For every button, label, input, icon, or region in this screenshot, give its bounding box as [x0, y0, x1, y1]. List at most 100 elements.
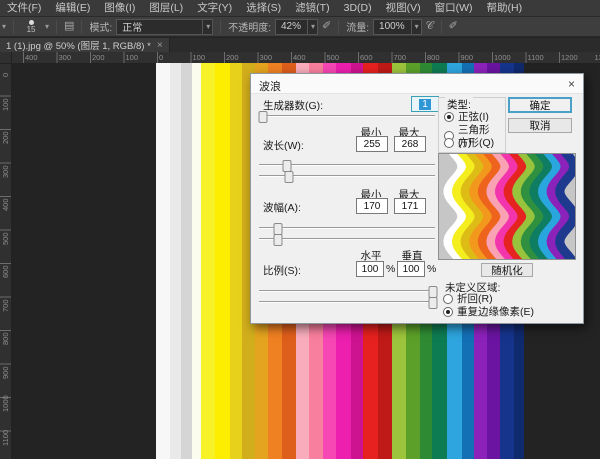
ruler-h-label: 500	[327, 53, 340, 62]
scale-v-input[interactable]: 100	[397, 261, 425, 277]
ruler-h-label: 200	[92, 53, 105, 62]
radio-label: 重复边缘像素(E)	[457, 304, 534, 319]
ruler-v-label: 100	[1, 98, 10, 111]
amplitude-max-input[interactable]: 171	[394, 198, 426, 214]
ruler-v-label: 1100	[1, 429, 10, 445]
ruler-h-label: 900	[461, 53, 474, 62]
opacity-label: 不透明度:	[228, 19, 271, 34]
amplitude-max-slider[interactable]	[259, 233, 435, 245]
ruler-corner	[0, 52, 12, 64]
separator	[81, 20, 82, 34]
ruler-h-label: 300	[59, 53, 72, 62]
tab-close-icon[interactable]: ×	[157, 40, 163, 51]
menu-3d[interactable]: 3D(D)	[337, 0, 379, 16]
brush-preset-picker[interactable]: 15	[21, 20, 41, 34]
ruler-h-label: 1300	[595, 53, 600, 62]
cancel-button[interactable]: 取消	[508, 118, 572, 133]
slider-track[interactable]	[259, 115, 435, 117]
scale-h-input[interactable]: 100	[356, 261, 384, 277]
brush-size-value: 15	[27, 26, 36, 34]
slider-track[interactable]	[259, 301, 435, 303]
generators-slider[interactable]	[259, 110, 435, 122]
canvas-stripe	[192, 63, 202, 459]
separator	[441, 20, 442, 34]
wavelength-min-input[interactable]: 255	[356, 136, 388, 152]
separator	[13, 20, 14, 34]
radio-repeat-edge-pixels[interactable]: 重复边缘像素(E)	[443, 304, 534, 319]
radio-icon	[443, 307, 453, 317]
vertical-ruler: 010020030040050060070080090010001100	[0, 63, 12, 459]
flow-label: 流量:	[346, 19, 369, 34]
brush-panel-toggle-icon[interactable]: ▤	[64, 21, 74, 32]
menu-layer[interactable]: 图层(L)	[142, 0, 190, 16]
slider-track[interactable]	[259, 227, 435, 229]
mode-value: 正常	[122, 19, 142, 34]
slider-thumb[interactable]	[429, 297, 438, 309]
document-tab-bar: 1 (1).jpg @ 50% (图层 1, RGB/8) * ×	[0, 38, 600, 52]
dialog-titlebar[interactable]: 波浪 ×	[251, 74, 583, 94]
type-group: 类型: 正弦(I) 三角形 (T) 方形(Q)	[438, 97, 506, 153]
wavelength-max-input[interactable]: 268	[394, 136, 426, 152]
airbrush-icon[interactable]: 𝒞	[426, 21, 434, 32]
slider-thumb[interactable]	[274, 234, 283, 246]
ruler-h-label: 1100	[528, 53, 544, 62]
wavelength-max-slider[interactable]	[259, 170, 435, 182]
menu-window[interactable]: 窗口(W)	[428, 0, 480, 16]
flow-select[interactable]: 100% ▾	[373, 19, 422, 35]
ruler-h-label: 100	[126, 53, 139, 62]
brush-picker-caret-icon[interactable]: ▾	[45, 23, 49, 31]
radio-label: 方形(Q)	[458, 135, 494, 150]
mode-select[interactable]: 正常 ▾	[116, 19, 213, 35]
menu-edit[interactable]: 编辑(E)	[48, 0, 97, 16]
tool-preset-caret-icon[interactable]: ▾	[2, 23, 6, 31]
ruler-v-label: 1000	[1, 395, 10, 412]
menu-type[interactable]: 文字(Y)	[190, 0, 239, 16]
wave-preview[interactable]	[438, 153, 576, 260]
options-bar: ▾ 15 ▾ ▤ 模式: 正常 ▾ 不透明度: 42% ▾ ✐ 流量: 100%…	[0, 17, 600, 37]
canvas-stripe	[181, 63, 192, 459]
ruler-h-label: 400	[25, 53, 38, 62]
slider-track[interactable]	[259, 238, 435, 240]
pressure-size-icon[interactable]: ✐	[449, 21, 458, 32]
ruler-v-label: 700	[1, 299, 10, 312]
ruler-h-label: 1200	[561, 53, 578, 62]
slider-thumb[interactable]	[284, 171, 293, 183]
radio-icon	[444, 138, 454, 148]
canvas-stripe	[170, 63, 181, 459]
ruler-h-label: 600	[360, 53, 373, 62]
mode-label: 模式:	[89, 19, 112, 34]
menu-select[interactable]: 选择(S)	[239, 0, 288, 16]
radio-square[interactable]: 方形(Q)	[444, 135, 494, 150]
slider-track[interactable]	[259, 290, 435, 292]
radio-icon	[444, 112, 454, 122]
pressure-opacity-icon[interactable]: ✐	[322, 21, 331, 32]
scale-h-percent: %	[386, 263, 395, 275]
generators-value: 1	[419, 99, 431, 110]
amplitude-min-input[interactable]: 170	[356, 198, 388, 214]
opacity-select[interactable]: 42% ▾	[275, 19, 318, 35]
chevron-down-icon: ▾	[202, 20, 210, 34]
radio-icon	[443, 294, 453, 304]
scale-label: 比例(S):	[263, 263, 301, 278]
menu-bar: 文件(F) 编辑(E) 图像(I) 图层(L) 文字(Y) 选择(S) 滤镜(T…	[0, 0, 600, 17]
menu-help[interactable]: 帮助(H)	[480, 0, 530, 16]
slider-thumb[interactable]	[258, 111, 267, 123]
randomize-button[interactable]: 随机化	[481, 263, 533, 277]
dialog-close-icon[interactable]: ×	[568, 77, 575, 91]
scale-v-slider[interactable]	[259, 296, 435, 308]
ruler-v-label: 200	[1, 131, 10, 144]
menu-view[interactable]: 视图(V)	[379, 0, 428, 16]
chevron-down-icon: ▾	[411, 20, 419, 34]
ok-button[interactable]: 确定	[508, 97, 572, 113]
document-tab[interactable]: 1 (1).jpg @ 50% (图层 1, RGB/8) * ×	[0, 38, 170, 52]
menu-image[interactable]: 图像(I)	[97, 0, 142, 16]
opacity-value: 42%	[281, 21, 301, 32]
ruler-h-label: 1000	[494, 53, 511, 62]
menu-filter[interactable]: 滤镜(T)	[288, 0, 336, 16]
wave-dialog: 波浪 × 生成器数(G): 1 最小 最大 波长(W): 255 268 最小 …	[250, 73, 584, 324]
ruler-v-label: 600	[1, 265, 10, 278]
ruler-h-label: 0	[159, 53, 163, 62]
ruler-h-label: 800	[427, 53, 440, 62]
menu-file[interactable]: 文件(F)	[0, 0, 48, 16]
document-tab-title: 1 (1).jpg @ 50% (图层 1, RGB/8) *	[6, 38, 151, 52]
